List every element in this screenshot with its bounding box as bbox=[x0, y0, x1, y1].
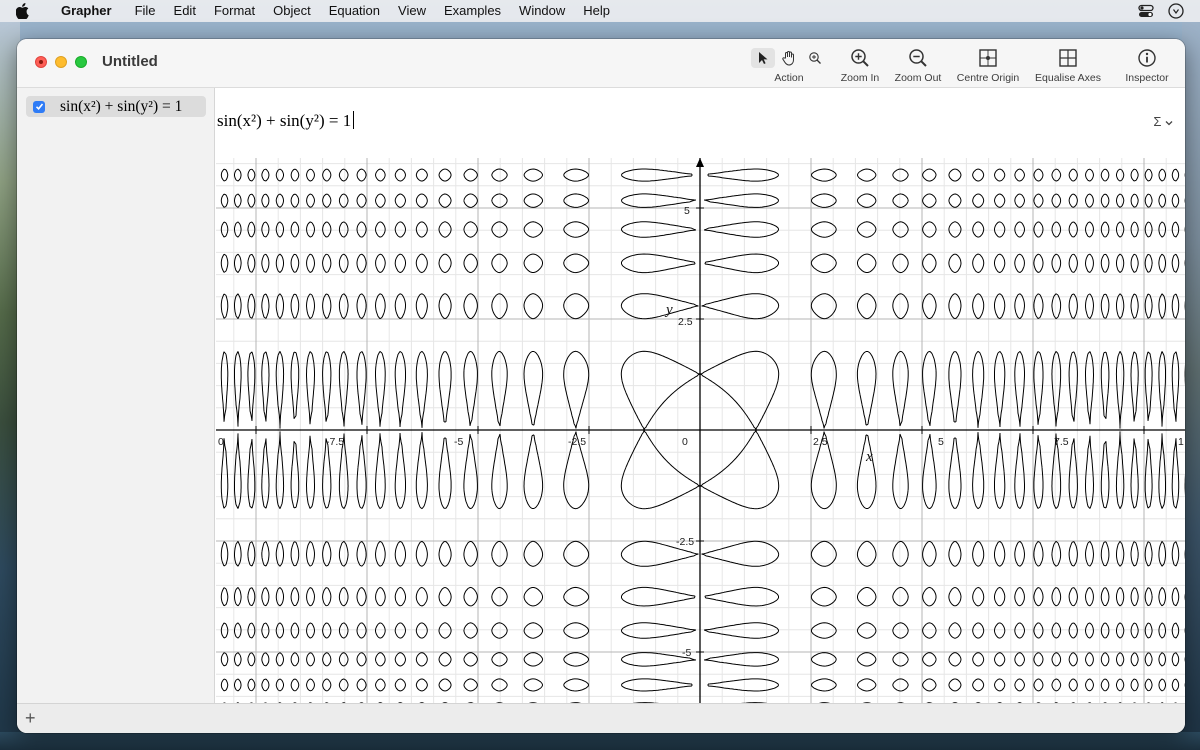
minimize-window-button[interactable] bbox=[55, 56, 67, 68]
menu-format[interactable]: Format bbox=[205, 0, 264, 22]
x-tick-label: 2.5 bbox=[813, 436, 828, 448]
zoom-out-label: Zoom Out bbox=[894, 72, 942, 84]
bottom-bar: + bbox=[17, 703, 1185, 733]
equation-input[interactable]: sin(x²) + sin(y²) = 1 bbox=[217, 111, 355, 131]
desktop-wallpaper-bottom bbox=[0, 732, 1200, 750]
inspector-button[interactable]: Inspector bbox=[1119, 39, 1175, 88]
y-tick-label: 2.5 bbox=[678, 316, 693, 328]
equation-visible-checkbox[interactable] bbox=[33, 100, 45, 113]
menu-window[interactable]: Window bbox=[510, 0, 574, 22]
equalise-axes-icon bbox=[1058, 47, 1078, 69]
close-window-button[interactable] bbox=[35, 56, 47, 68]
y-tick-label: -2.5 bbox=[676, 536, 694, 548]
menu-view[interactable]: View bbox=[389, 0, 435, 22]
graph-canvas[interactable]: 0 -7.5 -5 -2.5 0 2.5 5 7.5 1 5 2.5 -2.5 … bbox=[216, 158, 1185, 703]
equation-list-sidebar: sin(x²) + sin(y²) = 1 bbox=[17, 88, 215, 703]
y-tick-label: -5 bbox=[682, 647, 691, 659]
menu-object[interactable]: Object bbox=[264, 0, 320, 22]
action-tool[interactable]: Action bbox=[749, 39, 829, 88]
centre-origin-icon bbox=[978, 47, 998, 69]
menu-bar: Grapher File Edit Format Object Equation… bbox=[0, 0, 1200, 22]
apple-icon[interactable] bbox=[16, 3, 34, 19]
x-tick-label: 5 bbox=[938, 436, 944, 448]
equation-expression: sin(x²) + sin(y²) = 1 bbox=[217, 111, 352, 130]
equation-editor[interactable]: sin(x²) + sin(y²) = 1 Σ bbox=[216, 88, 1185, 158]
menu-help[interactable]: Help bbox=[574, 0, 619, 22]
x-axis-label: x bbox=[865, 449, 873, 465]
chevron-down-icon bbox=[1165, 121, 1173, 126]
y-axis-arrow-icon bbox=[696, 158, 704, 167]
text-caret bbox=[353, 111, 355, 129]
checkmark-icon bbox=[35, 103, 43, 110]
zoom-in-label: Zoom In bbox=[840, 72, 880, 84]
sigma-menu-button[interactable]: Σ bbox=[1153, 114, 1173, 129]
x-tick-label: -5 bbox=[454, 436, 463, 448]
y-tick-label: 5 bbox=[684, 205, 690, 217]
sigma-label: Σ bbox=[1153, 114, 1162, 129]
equalise-axes-button[interactable]: Equalise Axes bbox=[1032, 39, 1104, 88]
grapher-window: Untitled Action Zoom In Zoom Out Centre … bbox=[17, 39, 1185, 733]
action-label: Action bbox=[774, 72, 804, 84]
y-axis-label: y bbox=[664, 302, 673, 318]
window-title: Untitled bbox=[102, 53, 158, 70]
equalise-axes-label: Equalise Axes bbox=[1035, 72, 1101, 84]
zoom-tool-icon[interactable] bbox=[803, 48, 827, 68]
implicit-curve bbox=[220, 168, 1185, 703]
x-tick-label: 0 bbox=[682, 436, 688, 448]
x-tick-label: 0 bbox=[218, 436, 224, 448]
maximize-window-button[interactable] bbox=[75, 56, 87, 68]
menu-edit[interactable]: Edit bbox=[165, 0, 205, 22]
control-center-icon[interactable] bbox=[1138, 3, 1154, 22]
zoom-in-icon bbox=[850, 47, 870, 69]
centre-origin-button[interactable]: Centre Origin bbox=[953, 39, 1023, 88]
equation-list-item[interactable]: sin(x²) + sin(y²) = 1 bbox=[26, 96, 206, 117]
centre-origin-label: Centre Origin bbox=[956, 72, 1020, 84]
x-tick-label: -2.5 bbox=[568, 436, 586, 448]
arrow-pointer-icon[interactable] bbox=[751, 48, 775, 68]
siri-icon[interactable] bbox=[1168, 3, 1184, 22]
menu-app-name[interactable]: Grapher bbox=[52, 0, 126, 22]
add-equation-button[interactable]: + bbox=[25, 709, 36, 727]
title-bar: Untitled Action Zoom In Zoom Out Centre … bbox=[17, 39, 1185, 88]
menu-file[interactable]: File bbox=[126, 0, 165, 22]
zoom-out-icon bbox=[908, 47, 928, 69]
x-tick-label: 1 bbox=[1178, 436, 1184, 448]
zoom-out-button[interactable]: Zoom Out bbox=[891, 39, 945, 88]
x-tick-label: 7.5 bbox=[1054, 436, 1069, 448]
graph-plot[interactable]: 0 -7.5 -5 -2.5 0 2.5 5 7.5 1 5 2.5 -2.5 … bbox=[216, 158, 1185, 703]
equation-list-label: sin(x²) + sin(y²) = 1 bbox=[60, 97, 183, 115]
menu-equation[interactable]: Equation bbox=[320, 0, 389, 22]
x-tick-label: -7.5 bbox=[326, 436, 344, 448]
hand-pan-icon[interactable] bbox=[777, 48, 801, 68]
inspector-label: Inspector bbox=[1125, 72, 1169, 84]
zoom-in-button[interactable]: Zoom In bbox=[835, 39, 885, 88]
menu-examples[interactable]: Examples bbox=[435, 0, 510, 22]
info-icon bbox=[1137, 47, 1157, 69]
